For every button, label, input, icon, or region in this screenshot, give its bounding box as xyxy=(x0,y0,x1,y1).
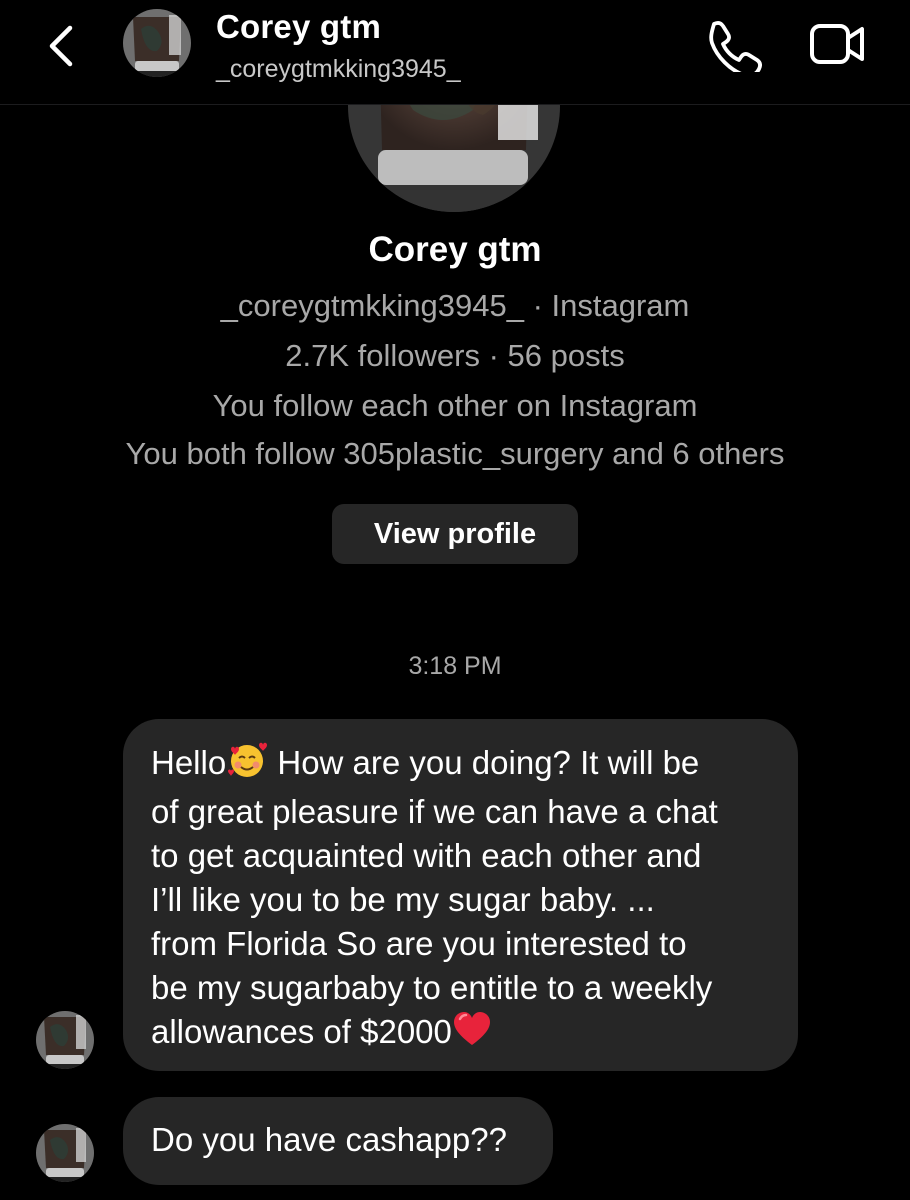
sender-avatar[interactable] xyxy=(36,1011,94,1069)
header-name[interactable]: Corey gtm xyxy=(216,8,381,46)
message-bubble[interactable]: Hello How are you doing? It will be of g… xyxy=(123,719,798,1071)
message-line: I’ll like you to be my sugar baby. ... xyxy=(151,881,655,918)
phone-icon xyxy=(709,21,762,78)
profile-stats: 2.7K followers · 56 posts xyxy=(285,338,625,373)
back-button[interactable] xyxy=(40,22,84,70)
message-bubble[interactable]: Do you have cashapp?? xyxy=(123,1097,553,1185)
smiling-face-with-hearts-icon xyxy=(226,741,268,790)
mutual-followers: You both follow 305plastic_surgery and 6… xyxy=(125,436,785,471)
view-profile-button[interactable]: View profile xyxy=(332,504,578,564)
mutual-follow-status: You follow each other on Instagram xyxy=(212,388,698,423)
sender-avatar[interactable] xyxy=(36,1124,94,1182)
chevron-left-icon xyxy=(49,25,73,67)
message-line: be my sugarbaby to entitle to a weekly xyxy=(151,969,713,1006)
call-button[interactable] xyxy=(700,16,762,78)
video-call-button[interactable] xyxy=(806,20,870,68)
header-username: _coreygtmkking3945_ xyxy=(216,55,461,83)
red-heart-icon xyxy=(452,1010,492,1059)
header-avatar[interactable] xyxy=(123,9,191,77)
message-line: allowances of $2000 xyxy=(151,1010,770,1059)
message-line: Hello How are you doing? It will be xyxy=(151,741,770,790)
chat-header: Corey gtm _coreygtmkking3945_ xyxy=(0,0,910,105)
message-line: from Florida So are you interested to xyxy=(151,925,687,962)
message-timestamp: 3:18 PM xyxy=(408,652,502,680)
message-line: Do you have cashapp?? xyxy=(151,1121,507,1158)
message-line: to get acquainted with each other and xyxy=(151,837,702,874)
profile-name: Corey gtm xyxy=(368,230,542,269)
video-camera-icon xyxy=(810,24,864,64)
message-line: of great pleasure if we can have a chat xyxy=(151,793,718,830)
profile-username-line: _coreygtmkking3945_ · Instagram xyxy=(220,288,690,323)
